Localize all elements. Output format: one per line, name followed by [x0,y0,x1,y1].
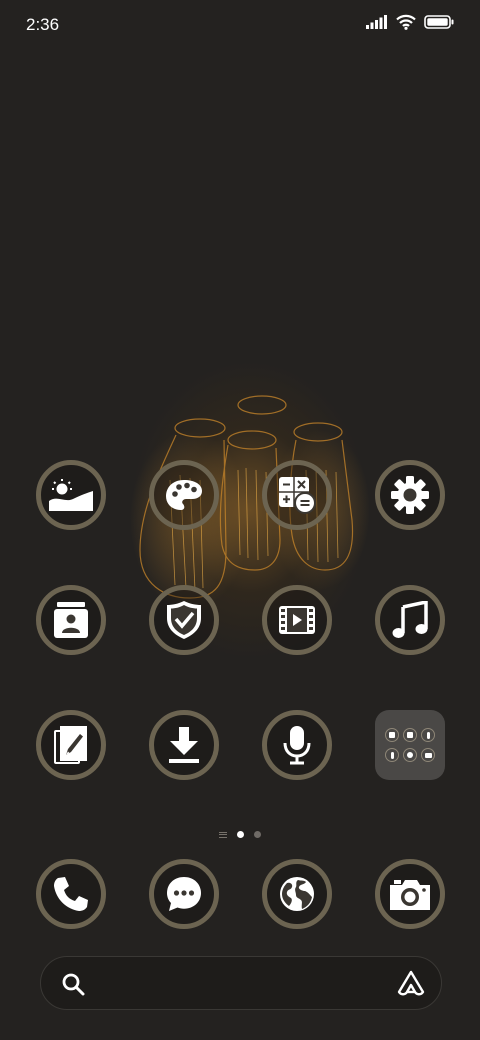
camera-video-icon [403,728,417,742]
music-icon[interactable] [375,585,445,655]
mic-small-icon [385,748,399,762]
search-icon[interactable] [61,972,85,996]
video-icon[interactable] [262,585,332,655]
page-indicator [0,831,480,838]
page-dot-2[interactable] [254,831,261,838]
calculator-icon[interactable] [262,460,332,530]
page-dot-1[interactable] [237,831,244,838]
contacts-icon[interactable] [36,585,106,655]
recorder-icon[interactable] [262,710,332,780]
camera-icon[interactable] [375,859,445,929]
downloads-icon[interactable] [149,710,219,780]
globe-icon [403,748,417,762]
search-bar[interactable] [40,956,442,1010]
wifi-icon [396,14,416,30]
camera-icon [421,748,435,762]
messages-icon[interactable] [149,859,219,929]
app-folder[interactable] [375,710,445,780]
page-list-icon[interactable] [219,831,227,838]
settings-icon[interactable] [375,460,445,530]
mic-icon [421,728,435,742]
security-icon[interactable] [149,585,219,655]
phone-icon[interactable] [36,859,106,929]
themes-icon[interactable] [149,460,219,530]
status-time: 2:36 [26,15,60,34]
status-bar: 2:36 [0,0,480,50]
assistant-logo-icon[interactable] [397,970,425,996]
signal-icon [366,15,387,29]
scanner-icon [385,728,399,742]
browser-icon[interactable] [262,859,332,929]
battery-icon [424,15,454,29]
notes-icon[interactable] [36,710,106,780]
gallery-icon[interactable] [36,460,106,530]
